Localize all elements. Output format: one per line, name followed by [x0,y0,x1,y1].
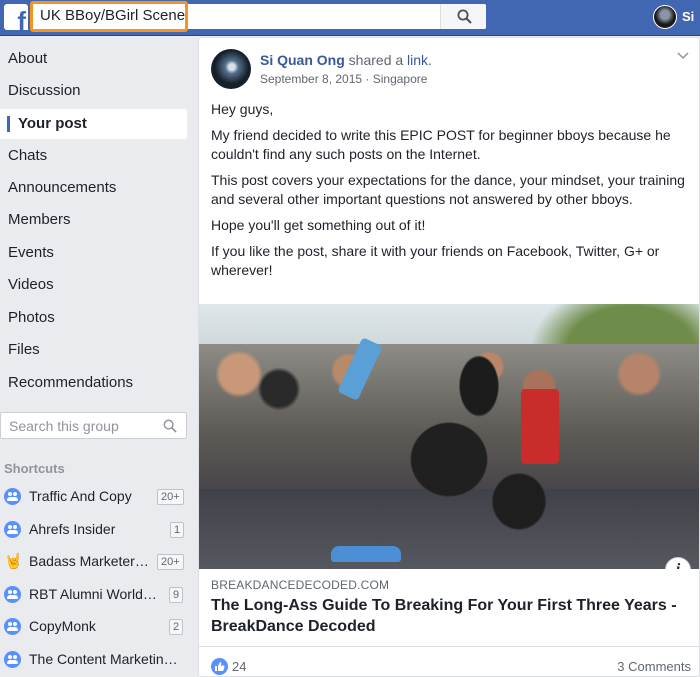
shortcut-label: Traffic And Copy [29,488,132,504]
shortcut-item[interactable]: Ahrefs Insider 1 [0,518,187,542]
count-badge: 1 [170,522,185,538]
shortcuts-heading: Shortcuts [4,461,65,476]
post-paragraph: This post covers your expectations for t… [211,172,685,207]
like-count[interactable]: 24 [232,659,246,674]
sidebar-item-discussion[interactable]: Discussion [0,76,187,106]
shortcut-item[interactable]: 🤘 Badass Marketers ... 20+ [0,550,187,574]
comments-count-link[interactable]: 3 Comments [617,659,691,674]
count-badge: 2 [169,619,184,635]
image-shoe [331,546,401,562]
group-icon [4,521,21,538]
group-search-placeholder: Search this group [9,418,119,434]
shortcut-label: RBT Alumni Worldwi... [29,586,163,602]
link-domain: BREAKDANCEDECODED.COM [211,578,390,592]
sidebar-item-photos[interactable]: Photos [0,303,187,333]
sidebar-item-videos[interactable]: Videos [0,270,187,300]
top-navigation-bar: f UK BBoy/BGirl Scene Si [0,0,700,36]
sidebar-item-chats[interactable]: Chats [0,141,187,171]
count-badge: 20+ [157,489,184,505]
post-card: Si Quan Ong shared a link. September 8, … [198,37,700,677]
post-header: Si Quan Ong shared a link. [260,52,432,68]
post-paragraph: My friend decided to write this EPIC POS… [211,127,671,162]
profile-avatar[interactable] [653,5,677,29]
facebook-logo-icon[interactable]: f [4,4,28,30]
shortcut-label: The Content Marketing... [29,651,181,667]
shortcut-item[interactable]: RBT Alumni Worldwi... 9 [0,583,187,607]
sidebar-item-members[interactable]: Members [0,205,187,235]
group-icon [4,651,21,668]
sidebar-item-announcements[interactable]: Announcements [0,173,187,203]
author-avatar[interactable] [211,49,251,89]
post-action-text: shared a [348,52,404,68]
rock-hand-icon: 🤘 [4,553,23,570]
shortcut-item[interactable]: The Content Marketing... [0,648,187,672]
shared-link[interactable]: link. [407,52,432,68]
chevron-down-icon[interactable] [677,52,689,60]
post-body: Hey guys, My friend decided to write thi… [211,100,695,287]
link-title[interactable]: The Long-Ass Guide To Breaking For Your … [211,595,689,637]
author-name-link[interactable]: Si Quan Ong [260,52,345,68]
count-badge: 20+ [157,554,184,570]
sidebar-item-your-post[interactable]: Your post [0,109,187,139]
group-icon [4,488,21,505]
profile-name-link[interactable]: Si [682,9,694,24]
shortcut-item[interactable]: Traffic And Copy 20+ [0,485,187,509]
like-icon[interactable] [211,658,228,675]
shortcut-label: Ahrefs Insider [29,521,116,537]
post-paragraph: Hey guys, [211,101,274,117]
search-icon[interactable] [163,419,177,433]
shortcut-item[interactable]: CopyMonk 2 [0,615,187,639]
sidebar-item-files[interactable]: Files [0,335,187,365]
sidebar-item-events[interactable]: Events [0,238,187,268]
shortcut-label: CopyMonk [29,618,96,634]
count-badge: 9 [169,587,184,603]
post-timestamp[interactable]: September 8, 2015 · Singapore [260,72,427,86]
search-input[interactable]: UK BBoy/BGirl Scene [40,7,185,24]
link-preview-image[interactable]: i [199,304,699,569]
search-icon [457,9,472,24]
post-paragraph: If you like the post, share it with your… [211,243,660,278]
sidebar-item-about[interactable]: About [0,44,187,74]
divider [199,646,699,647]
sidebar-item-recommendations[interactable]: Recommendations [0,368,187,398]
search-button[interactable] [440,4,486,29]
shortcut-label: Badass Marketers ... [29,553,153,569]
image-dancer [369,344,569,554]
group-sidebar: About Discussion Your post Chats Announc… [0,37,196,677]
group-search-input[interactable]: Search this group [0,412,187,439]
group-icon [4,618,21,635]
post-paragraph: Hope you'll get something out of it! [211,217,426,233]
group-icon [4,586,21,603]
